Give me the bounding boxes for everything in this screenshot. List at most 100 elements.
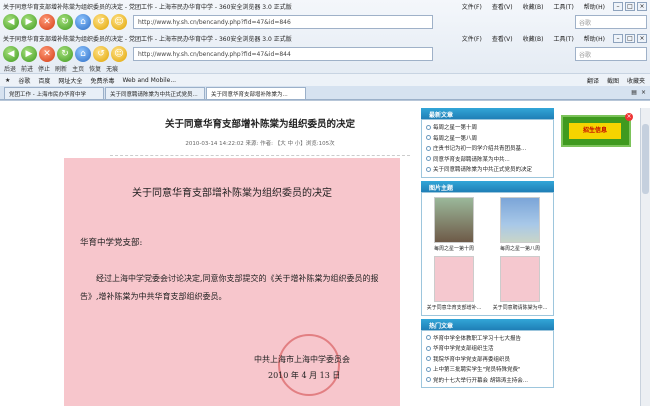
label-forward: 前进 (21, 66, 34, 73)
back-button-2[interactable]: ◀ (3, 46, 19, 62)
scrollbar-thumb[interactable] (642, 124, 649, 194)
fav-site-directory[interactable]: 网址大全 (58, 76, 82, 85)
list-item[interactable]: 每周之星一第八周 (426, 133, 549, 144)
bullet-icon (426, 124, 431, 130)
document-addressee: 华育中学党支部: (80, 238, 143, 248)
forward-button[interactable]: ▶ (21, 14, 37, 30)
fav-baidu[interactable]: 百度 (38, 76, 50, 85)
search-input-2[interactable]: 谷歌 (575, 47, 647, 61)
tab-current-article[interactable]: 关于同意华育支部增补陈棠为... (206, 87, 306, 99)
incognito-button[interactable]: ☺ (111, 14, 127, 30)
restore-button[interactable]: ↺ (93, 14, 109, 30)
list-item[interactable]: 关于同意聘请陈棠为中共正式党员的决定 (426, 164, 549, 175)
menu-favorites[interactable]: 收藏(B) (523, 2, 544, 11)
maximize-button[interactable]: □ (625, 1, 635, 11)
search-placeholder-1: 谷歌 (579, 19, 592, 27)
translate-button[interactable]: 翻译 (587, 76, 599, 85)
label-home: 主页 (72, 66, 85, 73)
floating-ad[interactable]: 招生信息 × (561, 113, 633, 147)
nav-row-2: ◀ ▶ ✕ ↻ ⌂ ↺ ☺ http://www.hy.sh.cn/bencan… (0, 44, 650, 64)
pic-item[interactable]: 每周之星一第十周 (426, 196, 482, 252)
latest-list: 每周之星一第十周 每周之星一第八周 庄贵书记为初一同学介绍共青团员基... 同意… (421, 119, 554, 178)
fav-web-mobile[interactable]: Web and Mobile... (122, 77, 176, 84)
menu-help[interactable]: 帮助(H) (584, 2, 605, 11)
forward-button-2[interactable]: ▶ (21, 46, 37, 62)
list-item[interactable]: 上中第三批聘实学生"党员特殊党费" (426, 364, 549, 375)
favbar-tools: 翻译 截图 收藏夹 (587, 76, 645, 85)
hot-header: 热门文章 (421, 318, 554, 330)
list-item[interactable]: 庄贵书记为初一同学介绍共青团员基... (426, 143, 549, 154)
fav-google[interactable]: 谷歌 (18, 76, 30, 85)
list-item[interactable]: 我院华育中学党支部再委组织员 (426, 354, 549, 365)
menu-view-2[interactable]: 查看(V) (492, 34, 513, 43)
menu-favorites-2[interactable]: 收藏(B) (523, 34, 544, 43)
search-placeholder-2: 谷歌 (579, 51, 592, 59)
pic-item[interactable]: 每周之星一第八周 (492, 196, 548, 252)
sidebar: 最新文章 每周之星一第十周 每周之星一第八周 庄贵书记为初一同学介绍共青团员基.… (421, 108, 554, 391)
document-thumbnail (500, 255, 540, 302)
ad-label: 招生信息 (569, 123, 621, 139)
stop-button[interactable]: ✕ (39, 14, 55, 30)
back-button[interactable]: ◀ (3, 14, 19, 30)
close-button-2[interactable]: × (637, 33, 647, 43)
favorites-star-icon[interactable]: ★ (5, 77, 10, 84)
minimize-button[interactable]: – (613, 1, 623, 11)
tab-close-icon[interactable]: × (641, 89, 646, 96)
menu-file[interactable]: 文件(F) (462, 2, 482, 11)
list-item[interactable]: 华育中学全体教职工学习十七大报告 (426, 333, 549, 344)
refresh-button[interactable]: ↻ (57, 14, 73, 30)
screenshot-button[interactable]: 截图 (607, 76, 619, 85)
menu-bar-2: 文件(F) 查看(V) 收藏(B) 工具(T) 帮助(H) (462, 34, 605, 43)
refresh-button-2[interactable]: ↻ (57, 46, 73, 62)
window-title-2: 关于同意华育支部增补陈棠为组织委员的决定 - 党团工作 - 上海市民办华育中学 … (3, 35, 292, 43)
ad-close-icon[interactable]: × (625, 113, 633, 121)
article-title: 关于同意华育支部增补陈棠为组织委员的决定 (164, 119, 355, 130)
favorites-button[interactable]: 收藏夹 (627, 76, 645, 85)
menu-view[interactable]: 查看(V) (492, 2, 513, 11)
menu-help-2[interactable]: 帮助(H) (584, 34, 605, 43)
address-url-2: http://www.hy.sh.cn/bencandy.php?fid=47&… (138, 50, 291, 58)
vertical-scrollbar[interactable] (640, 108, 650, 406)
bullet-icon (426, 156, 431, 162)
article-header: 关于同意华育支部增补陈棠为组织委员的决定 2010-03-14 14:22:02… (110, 116, 410, 156)
home-button[interactable]: ⌂ (75, 14, 91, 30)
tab-party-work[interactable]: 党团工作 - 上海市民办华育中学 (4, 87, 104, 99)
favorites-bar: ★ 谷歌 百度 网址大全 免费杀毒 Web and Mobile... 翻译 截… (0, 73, 650, 86)
tab-list-icon[interactable]: ▤ (631, 89, 637, 96)
document-signature: 中共上海市上海中学委员会 (254, 355, 350, 364)
tab-strip: 党团工作 - 上海市民办华育中学 关于同意聘请陈棠为中共正式党员... 关于同意… (0, 86, 650, 100)
minimize-button-2[interactable]: – (613, 33, 623, 43)
document-date: 2010 年 4 月 13 日 (268, 371, 341, 380)
tab-appoint-member[interactable]: 关于同意聘请陈棠为中共正式党员... (105, 87, 205, 99)
list-item[interactable]: 每周之星一第十周 (426, 122, 549, 133)
page-content: 关于同意华育支部增补陈棠为组织委员的决定 2010-03-14 14:22:02… (0, 108, 640, 406)
list-item[interactable]: 党的十七大举行开幕会 胡锦涛主持会... (426, 375, 549, 386)
maximize-button-2[interactable]: □ (625, 33, 635, 43)
official-seal (278, 334, 340, 396)
fav-antivirus[interactable]: 免费杀毒 (90, 76, 114, 85)
pics-header: 图片主题 (421, 180, 554, 192)
home-button-2[interactable]: ⌂ (75, 46, 91, 62)
list-item[interactable]: 同意华育支部聘请陈某为中共... (426, 154, 549, 165)
pic-item[interactable]: 关于同意聘请陈棠为中... (492, 255, 548, 311)
close-button[interactable]: × (637, 1, 647, 11)
label-stop: 停止 (38, 66, 51, 73)
article-meta: 2010-03-14 14:22:02 来源: 作者: 【大 中 小】浏览:10… (110, 139, 410, 156)
address-bar-2[interactable]: http://www.hy.sh.cn/bencandy.php?fid=47&… (133, 47, 433, 61)
menu-file-2[interactable]: 文件(F) (462, 34, 482, 43)
stop-button-2[interactable]: ✕ (39, 46, 55, 62)
list-item[interactable]: 华育中学党支部组织生活 (426, 343, 549, 354)
address-bar-1[interactable]: http://www.hy.sh.cn/bencandy.php?fid=47&… (133, 15, 433, 29)
browser-chrome: 关于同意华育支部增补陈棠为组织委员的决定 - 党团工作 - 上海市民办华育中学 … (0, 0, 650, 101)
menu-tools-2[interactable]: 工具(T) (553, 34, 573, 43)
address-url-1: http://www.hy.sh.cn/bencandy.php?fid=47&… (138, 18, 291, 26)
pic-item[interactable]: 关于同意华育支部增补... (426, 255, 482, 311)
bullet-icon (426, 356, 431, 362)
nav-labels: 后退 前进 停止 刷新 主页 恢复 无痕 (0, 64, 650, 73)
title-bar-1: 关于同意华育支部增补陈棠为组织委员的决定 - 党团工作 - 上海市民办华育中学 … (0, 0, 650, 12)
restore-button-2[interactable]: ↺ (93, 46, 109, 62)
bullet-icon (426, 166, 431, 172)
search-input-1[interactable]: 谷歌 (575, 15, 647, 29)
menu-tools[interactable]: 工具(T) (553, 2, 573, 11)
incognito-button-2[interactable]: ☺ (111, 46, 127, 62)
